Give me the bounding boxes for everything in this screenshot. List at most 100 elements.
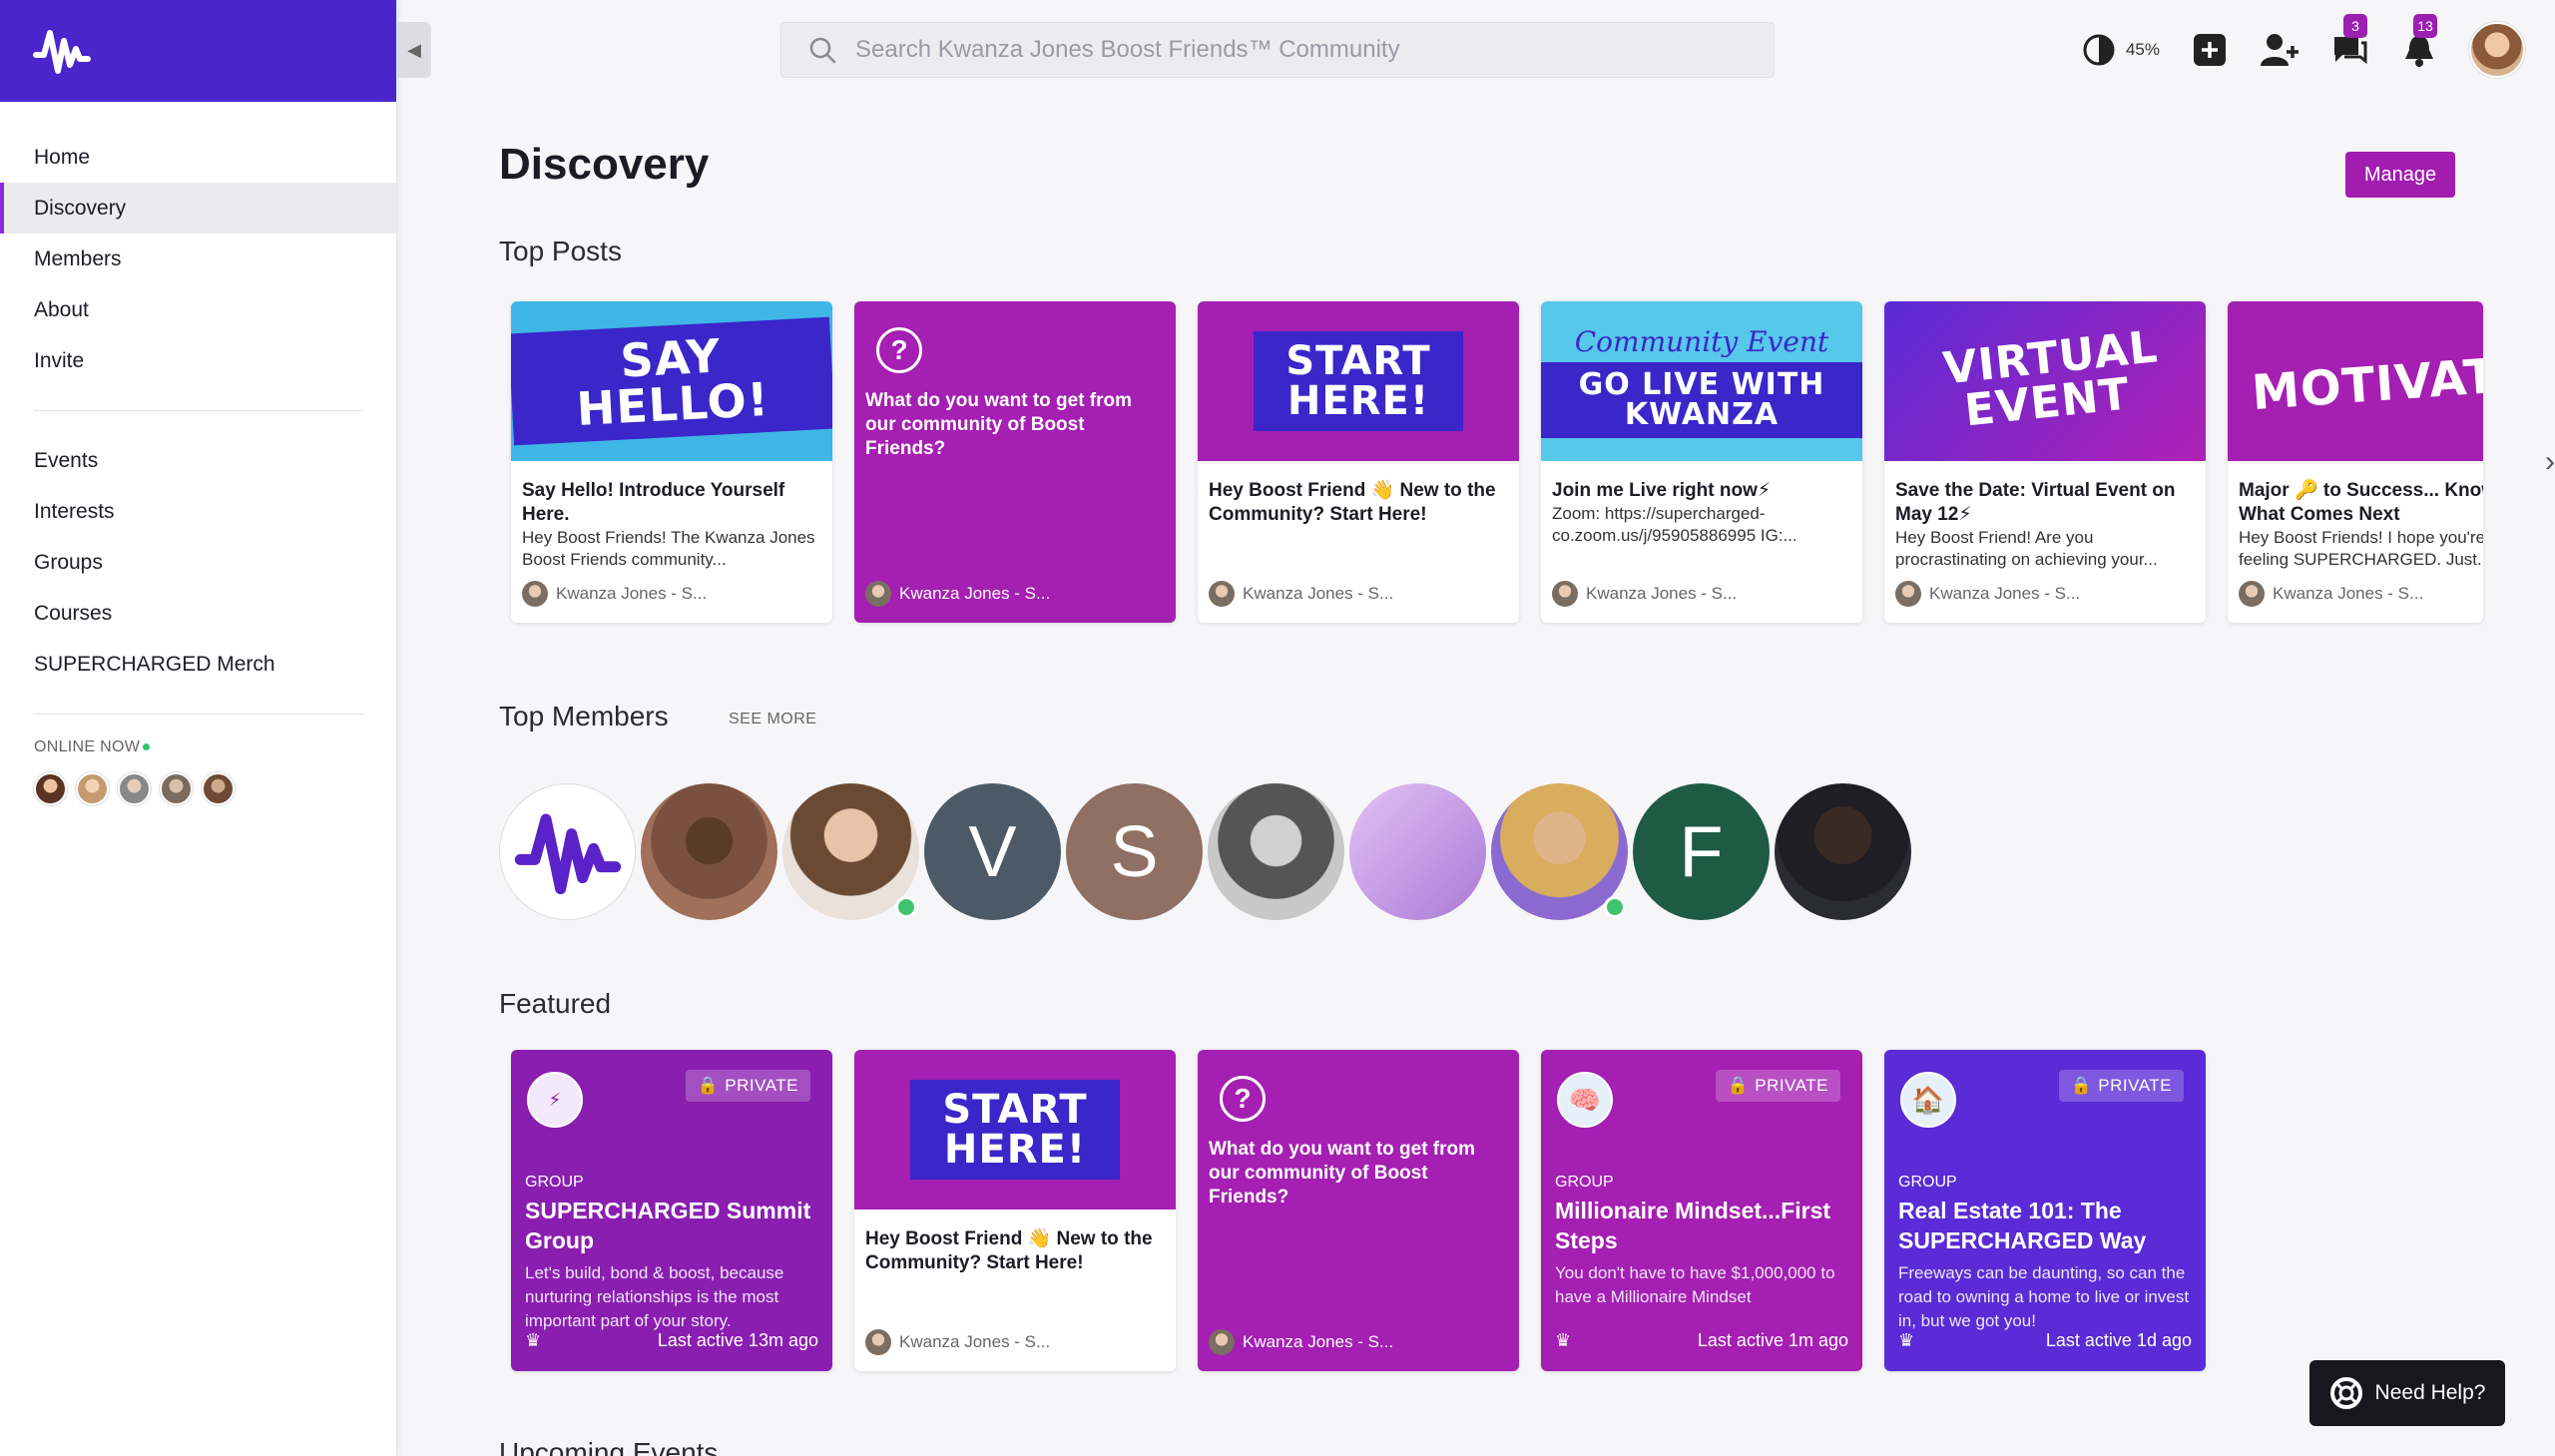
add-member-button[interactable] bbox=[2260, 30, 2300, 70]
featured-title: Featured bbox=[499, 988, 612, 1019]
sidebar-item-members[interactable]: Members bbox=[0, 234, 396, 284]
featured-description: Let's build, bond & boost, because nurtu… bbox=[525, 1263, 784, 1330]
post-card[interactable]: MOTIVATION Major 🔑 to Success... Know Wh… bbox=[2228, 301, 2483, 623]
featured-title-text: SUPERCHARGED Summit Group bbox=[525, 1198, 811, 1253]
contrast-value: 45% bbox=[2125, 40, 2160, 59]
messages-button[interactable]: 3 bbox=[2329, 14, 2369, 70]
sidebar-item-groups[interactable]: Groups bbox=[0, 537, 396, 588]
avatar bbox=[1209, 581, 1235, 607]
notifications-button[interactable]: 13 bbox=[2399, 14, 2439, 70]
sidebar-item-about[interactable]: About bbox=[0, 284, 396, 335]
post-title: Say Hello! Introduce Yourself Here. bbox=[522, 480, 785, 525]
plus-icon bbox=[2194, 34, 2226, 66]
contrast-control[interactable]: 45% bbox=[2082, 33, 2160, 67]
post-card[interactable]: Community Event GO LIVE WITH KWANZA Join… bbox=[1541, 301, 1862, 623]
banner: START HERE! bbox=[1254, 331, 1463, 431]
sidebar-item-interests[interactable]: Interests bbox=[0, 486, 396, 537]
top-icons: 45% 3 13 bbox=[2082, 14, 2525, 78]
featured-footer: ♛ Last active 13m ago bbox=[525, 1330, 818, 1350]
member-avatar[interactable] bbox=[499, 783, 636, 920]
post-card[interactable]: SAY HELLO! Say Hello! Introduce Yourself… bbox=[511, 301, 832, 623]
featured-title-text: Millionaire Mindset...First Steps bbox=[1555, 1198, 1831, 1253]
need-help-button[interactable]: Need Help? bbox=[2309, 1360, 2505, 1426]
avatar[interactable] bbox=[160, 772, 193, 805]
private-badge: 🔒 PRIVATE bbox=[2058, 1070, 2184, 1102]
post-card[interactable]: VIRTUAL EVENT Save the Date: Virtual Eve… bbox=[1884, 301, 2206, 623]
member-avatar[interactable] bbox=[782, 783, 919, 920]
sidebar-item-merch[interactable]: SUPERCHARGED Merch bbox=[0, 639, 396, 690]
member-avatar[interactable] bbox=[1491, 783, 1628, 920]
member-avatar[interactable]: V bbox=[924, 783, 1061, 920]
featured-description: You don't have to have $1,000,000 to hav… bbox=[1555, 1263, 1835, 1306]
member-avatar[interactable]: F bbox=[1633, 783, 1770, 920]
messages-badge: 3 bbox=[2343, 14, 2367, 38]
avatar[interactable] bbox=[76, 772, 109, 805]
member-avatar[interactable] bbox=[641, 783, 777, 920]
avatar bbox=[1209, 1329, 1235, 1355]
page-title: Discovery bbox=[499, 140, 710, 189]
banner-text: START HERE! bbox=[1285, 338, 1431, 424]
search-input[interactable] bbox=[855, 36, 1754, 64]
post-title: Hey Boost Friend 👋 New to the Community?… bbox=[865, 1228, 1153, 1273]
member-avatar[interactable] bbox=[1349, 783, 1486, 920]
post-image-motivation: MOTIVATION bbox=[2228, 301, 2483, 461]
need-help-label: Need Help? bbox=[2374, 1381, 2486, 1404]
add-user-icon bbox=[2261, 34, 2299, 66]
logo-icon[interactable] bbox=[32, 21, 92, 81]
sidebar-item-events[interactable]: Events bbox=[0, 435, 396, 486]
banner-text: VIRTUAL EVENT bbox=[1940, 321, 2161, 437]
create-button[interactable] bbox=[2190, 30, 2230, 70]
scroll-right-button[interactable]: › bbox=[2485, 301, 2555, 623]
sidebar-item-courses[interactable]: Courses bbox=[0, 588, 396, 639]
see-more-link[interactable]: SEE MORE bbox=[729, 711, 816, 728]
sidebar-header bbox=[0, 0, 396, 102]
house-icon: 🏠 bbox=[1900, 1072, 1956, 1128]
chevron-right-icon: › bbox=[2545, 445, 2555, 478]
sidebar-item-discovery[interactable]: Discovery bbox=[0, 183, 396, 234]
post-question: What do you want to get from our communi… bbox=[1209, 1139, 1476, 1208]
search-icon bbox=[809, 37, 836, 64]
question-icon: ? bbox=[1220, 1076, 1266, 1122]
post-image-say-hello: SAY HELLO! bbox=[511, 301, 832, 461]
member-avatar[interactable] bbox=[1775, 783, 1911, 920]
post-image-virtual-event: VIRTUAL EVENT bbox=[1884, 301, 2206, 461]
nav-divider bbox=[34, 410, 363, 411]
featured-group-card[interactable]: 🧠 🔒 PRIVATE GROUP Millionaire Mindset...F… bbox=[1541, 1050, 1862, 1371]
avatar[interactable] bbox=[118, 772, 151, 805]
featured-post-card[interactable]: START HERE! Hey Boost Friend 👋 New to th… bbox=[854, 1050, 1176, 1371]
sidebar-collapse-button[interactable]: ◀ bbox=[397, 22, 431, 78]
member-avatar[interactable]: S bbox=[1066, 783, 1203, 920]
featured-post-card[interactable]: ? What do you want to get from our commu… bbox=[1198, 1050, 1519, 1371]
post-excerpt: Hey Boost Friends! I hope you're feeling… bbox=[2239, 528, 2483, 569]
user-avatar[interactable] bbox=[2469, 22, 2525, 78]
post-card[interactable]: ? What do you want to get from our commu… bbox=[854, 301, 1176, 623]
manage-button[interactable]: Manage bbox=[2345, 152, 2455, 198]
avatar[interactable] bbox=[34, 772, 67, 805]
post-card[interactable]: START HERE! Hey Boost Friend 👋 New to th… bbox=[1198, 301, 1519, 623]
post-body: Say Hello! Introduce Yourself Here. Hey … bbox=[511, 461, 832, 571]
banner-text: MOTIVATION bbox=[2250, 340, 2483, 422]
banner: START HERE! bbox=[910, 1080, 1120, 1180]
featured-group-card[interactable]: ⚡ 🔒 PRIVATE GROUP SUPERCHARGED Summit Gro… bbox=[511, 1050, 832, 1371]
featured-kind: GROUP bbox=[525, 1174, 584, 1191]
post-title: Join me Live right now⚡ bbox=[1552, 480, 1772, 501]
member-avatar[interactable] bbox=[1208, 783, 1344, 920]
post-body: Join me Live right now⚡ Zoom: https://su… bbox=[1541, 461, 1862, 547]
post-title: Hey Boost Friend 👋 New to the Community?… bbox=[1209, 480, 1496, 525]
private-badge: 🔒 PRIVATE bbox=[685, 1070, 810, 1102]
avatar bbox=[865, 581, 891, 607]
post-body: Save the Date: Virtual Event on May 12⚡ … bbox=[1884, 461, 2206, 571]
featured-group-card[interactable]: 🏠 🔒 PRIVATE GROUP Real Estate 101: The SU… bbox=[1884, 1050, 2206, 1371]
brain-icon: 🧠 bbox=[1557, 1072, 1613, 1128]
online-dot-icon bbox=[143, 743, 151, 751]
search-bar[interactable] bbox=[780, 22, 1775, 78]
post-excerpt: Zoom: https://supercharged-co.zoom.us/j/… bbox=[1552, 504, 1797, 545]
online-now-label: ONLINE NOW bbox=[0, 738, 396, 756]
online-avatars bbox=[0, 772, 396, 805]
avatar[interactable] bbox=[202, 772, 235, 805]
sidebar-item-invite[interactable]: Invite bbox=[0, 335, 396, 386]
banner: SAY HELLO! bbox=[511, 316, 832, 446]
avatar bbox=[2239, 581, 2265, 607]
sidebar-item-home[interactable]: Home bbox=[0, 132, 396, 183]
post-author: Kwanza Jones - S... bbox=[522, 581, 707, 607]
